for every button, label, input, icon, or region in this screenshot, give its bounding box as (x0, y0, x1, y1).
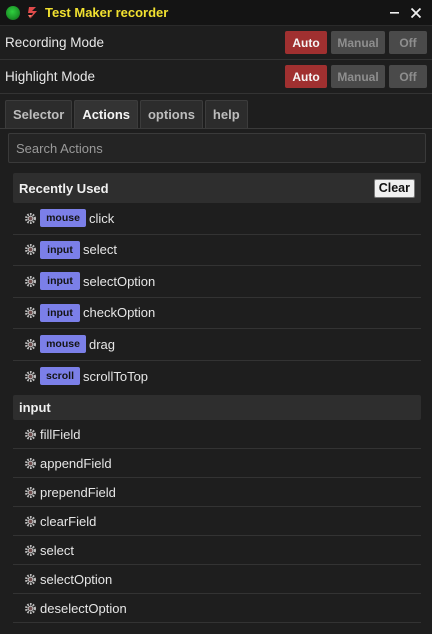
recording-mode-off-button[interactable]: Off (389, 31, 427, 54)
close-icon (410, 7, 422, 18)
input-section-header: input (13, 395, 421, 420)
tab-actions[interactable]: Actions (74, 100, 138, 128)
tab-options[interactable]: options (139, 100, 203, 128)
gear-icon (23, 572, 37, 586)
action-item-prependfield[interactable]: prependField (13, 478, 421, 507)
action-item-select[interactable]: input select (13, 235, 421, 266)
recently-used-title: Recently Used (19, 180, 109, 196)
action-label: click (89, 210, 115, 226)
action-item-selectoption[interactable]: input selectOption (13, 266, 421, 298)
minimize-button[interactable] (384, 3, 404, 23)
recording-mode-manual-button[interactable]: Manual (331, 31, 385, 54)
action-label: checkOption (83, 305, 156, 321)
action-item-click[interactable]: mouse click (13, 203, 421, 235)
action-label: selectOption (83, 273, 156, 289)
app-title: Test Maker recorder (45, 5, 169, 20)
action-item-selectoption-input[interactable]: selectOption (13, 565, 421, 594)
gear-icon (23, 369, 37, 383)
action-label: fillField (40, 426, 81, 442)
input-section-title: input (19, 400, 51, 415)
action-badge: input (40, 272, 80, 291)
action-label: prependField (40, 484, 116, 500)
action-label: appendField (40, 455, 112, 471)
gear-icon (23, 211, 37, 225)
gear-icon (23, 601, 37, 615)
search-actions-input[interactable] (8, 133, 426, 163)
gear-icon (23, 243, 37, 257)
action-label: selectOption (40, 571, 113, 587)
action-item-checkoption[interactable]: input checkOption (13, 298, 421, 329)
gear-icon (23, 427, 37, 441)
recently-used-section: Recently Used Clear mouse click input se… (13, 173, 421, 392)
close-button[interactable] (406, 3, 426, 23)
search-container (0, 129, 432, 163)
recording-mode-label: Recording Mode (5, 35, 105, 50)
highlight-mode-manual-button[interactable]: Manual (331, 65, 385, 88)
status-dot-icon (6, 5, 20, 20)
recently-used-header: Recently Used Clear (13, 173, 421, 203)
clear-button[interactable]: Clear (373, 178, 415, 198)
action-label: clearField (40, 513, 97, 529)
gear-icon (23, 306, 37, 320)
action-item-scrolltotop[interactable]: scroll scrollToTop (13, 361, 421, 393)
gear-icon (23, 514, 37, 528)
action-item-appendfield[interactable]: appendField (13, 449, 421, 478)
action-item-select-input[interactable]: select (13, 536, 421, 565)
tab-help[interactable]: help (204, 100, 248, 128)
action-item-fillfield[interactable]: fillField (13, 420, 421, 449)
tab-selector[interactable]: Selector (5, 100, 73, 128)
tab-bar: Selector Actions options help (0, 94, 432, 129)
highlight-mode-off-button[interactable]: Off (389, 65, 427, 88)
action-item-drag[interactable]: mouse drag (13, 329, 421, 361)
highlight-mode-auto-button[interactable]: Auto (285, 65, 327, 88)
highlight-mode-label: Highlight Mode (5, 69, 96, 84)
gear-icon (23, 456, 37, 470)
action-badge: scroll (40, 367, 80, 386)
action-label: scrollToTop (83, 368, 149, 384)
highlight-mode-row: Highlight Mode Auto Manual Off (0, 60, 432, 94)
action-label: drag (89, 336, 116, 352)
action-label: deselectOption (40, 600, 127, 616)
gear-icon (23, 485, 37, 499)
gear-icon (23, 274, 37, 288)
action-badge: input (40, 240, 80, 259)
action-item-clearfield[interactable]: clearField (13, 507, 421, 536)
action-badge: mouse (40, 209, 86, 228)
gear-icon (23, 337, 37, 351)
recording-mode-row: Recording Mode Auto Manual Off (0, 26, 432, 60)
title-bar: Test Maker recorder (0, 0, 432, 26)
app-logo-icon (26, 6, 40, 20)
gear-icon (23, 543, 37, 557)
minimize-icon (389, 12, 399, 14)
recording-mode-auto-button[interactable]: Auto (285, 31, 327, 54)
action-label: select (83, 242, 117, 258)
action-badge: input (40, 303, 80, 322)
action-badge: mouse (40, 335, 86, 354)
input-section: input fillField appendField prependField… (13, 395, 421, 623)
action-item-deselectoption[interactable]: deselectOption (13, 594, 421, 623)
action-label: select (40, 542, 74, 558)
